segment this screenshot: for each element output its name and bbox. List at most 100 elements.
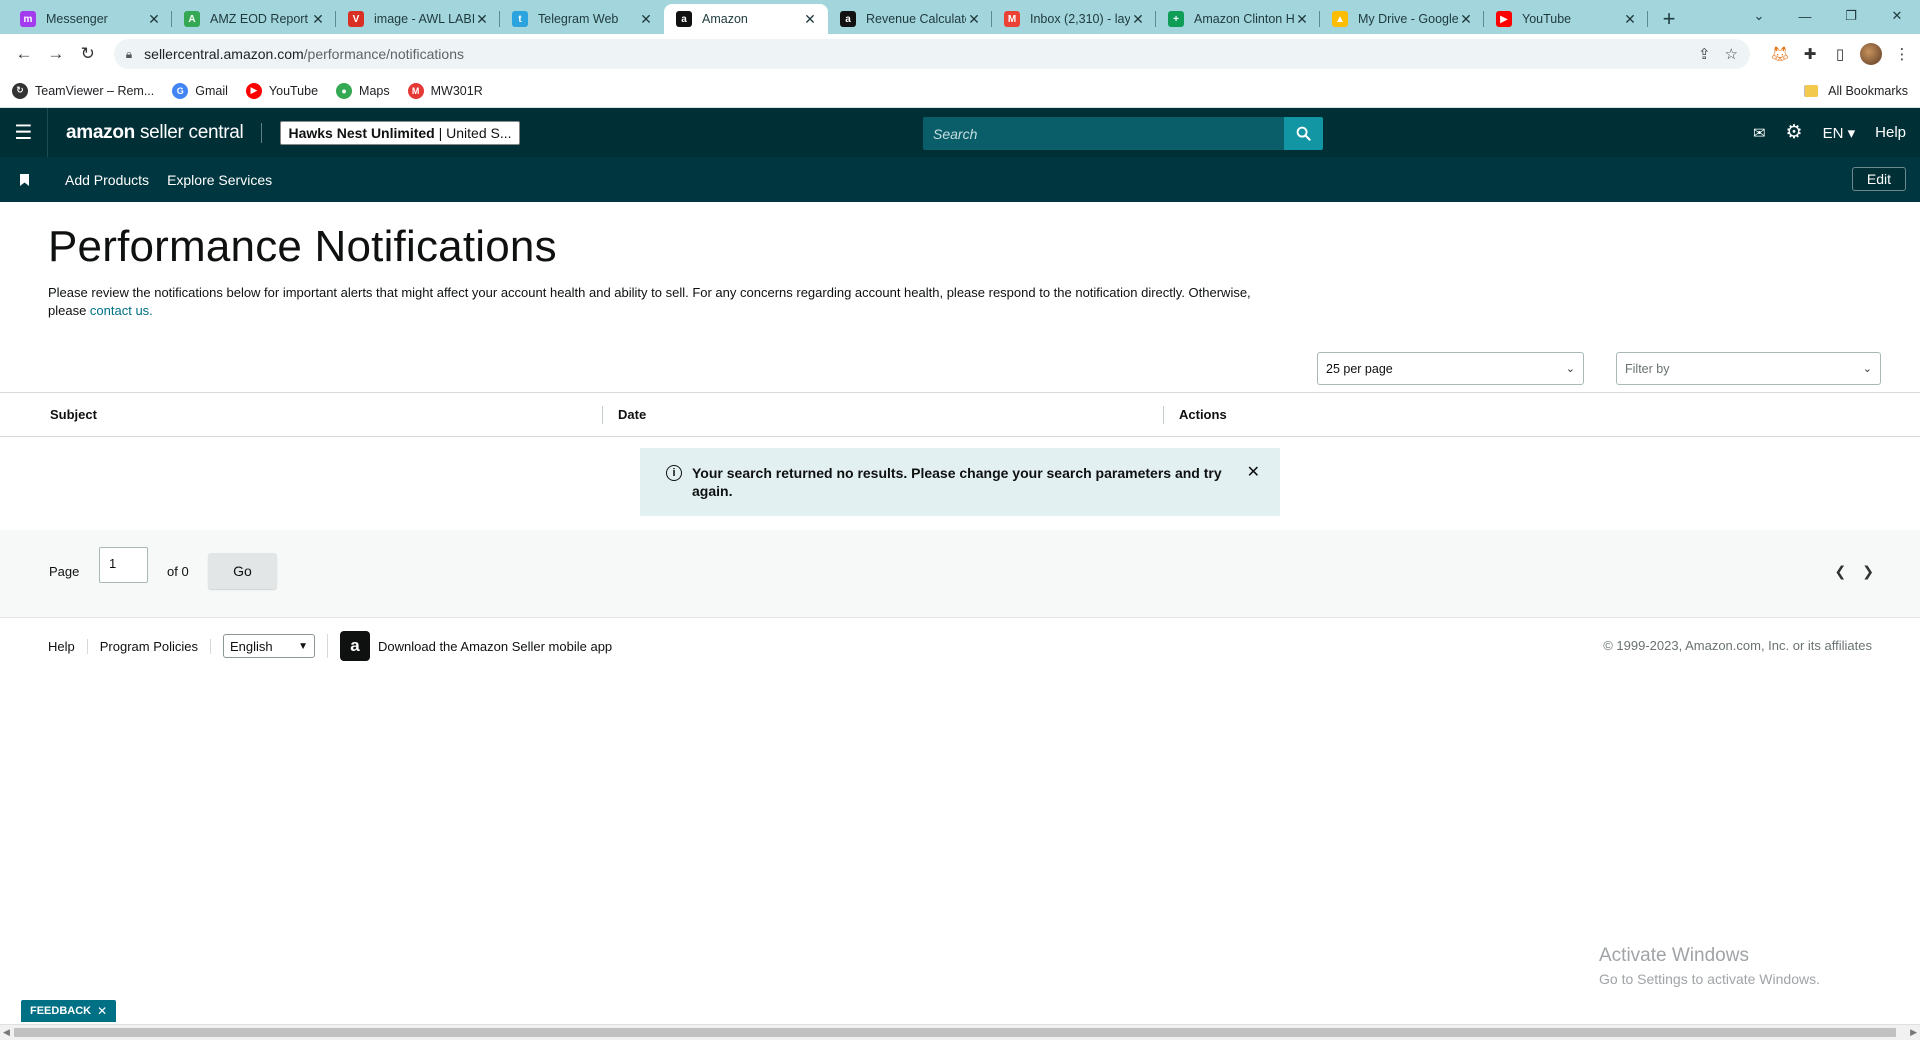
scrollbar-thumb[interactable] xyxy=(14,1028,1896,1037)
footer-divider xyxy=(327,634,329,658)
bookmark-favicon-icon: G xyxy=(172,82,189,99)
hamburger-menu-icon[interactable]: ☰ xyxy=(0,108,48,157)
tab-title: AMZ EOD Report xyxy=(210,12,308,26)
browser-tab[interactable]: ▲ My Drive - Google ✕ xyxy=(1320,4,1484,34)
page-total: of 0 xyxy=(167,564,189,579)
browser-tab[interactable]: m Messenger ✕ xyxy=(8,4,172,34)
search-input[interactable]: Search xyxy=(923,117,1284,150)
per-page-select[interactable]: 25 per page ⌄ xyxy=(1317,352,1584,385)
intro-text: Please review the notifications below fo… xyxy=(48,284,1288,320)
metamask-extension-icon[interactable]: 🦊︎ xyxy=(1770,45,1790,63)
new-tab-button[interactable]: + xyxy=(1654,4,1684,34)
go-button[interactable]: Go xyxy=(208,553,277,589)
windows-activation-watermark: Activate Windows Go to Settings to activ… xyxy=(1599,945,1820,987)
browser-menu-icon[interactable]: ⋮ xyxy=(1892,45,1912,63)
bookmark-item[interactable]: ↻ TeamViewer – Rem... xyxy=(12,82,154,99)
tab-close-icon[interactable]: ✕ xyxy=(146,11,162,28)
site-info-icon[interactable]: 🔒︎ xyxy=(126,47,132,62)
seller-central-logo[interactable]: amazon seller central xyxy=(66,122,244,144)
chevron-right-icon[interactable]: ❯ xyxy=(1862,563,1874,580)
tab-close-icon[interactable]: ✕ xyxy=(1458,11,1474,28)
close-window-button[interactable]: ✕ xyxy=(1874,0,1920,32)
column-date[interactable]: Date xyxy=(618,407,646,422)
profile-avatar[interactable] xyxy=(1859,43,1882,65)
all-bookmarks[interactable]: All Bookmarks xyxy=(1804,84,1908,98)
bookmark-item[interactable]: ● Maps xyxy=(336,82,390,99)
address-bar[interactable]: 🔒︎ sellercentral.amazon.com/performance/… xyxy=(113,39,1750,69)
tab-close-icon[interactable]: ✕ xyxy=(310,11,326,28)
tab-close-icon[interactable]: ✕ xyxy=(1294,11,1310,28)
chevron-left-icon[interactable]: ❮ xyxy=(1835,563,1847,580)
share-icon[interactable]: ⇪ xyxy=(1698,45,1711,63)
column-subject[interactable]: Subject xyxy=(50,407,97,422)
tab-title: YouTube xyxy=(1522,12,1572,26)
minimize-button[interactable]: — xyxy=(1782,0,1828,32)
tab-close-icon[interactable]: ✕ xyxy=(1130,11,1146,28)
close-icon[interactable]: ✕ xyxy=(1247,464,1260,482)
tab-close-icon[interactable]: ✕ xyxy=(474,11,490,28)
browser-tab[interactable]: M Inbox (2,310) - lay ✕ xyxy=(992,4,1156,34)
scroll-left-icon[interactable]: ◀ xyxy=(3,1027,10,1038)
subnav-explore-services[interactable]: Explore Services xyxy=(167,172,272,188)
footer-program-policies-link[interactable]: Program Policies xyxy=(88,638,212,654)
settings-gear-icon[interactable]: ⚙ xyxy=(1786,121,1803,144)
amazon-seller-app-icon[interactable]: a xyxy=(340,631,371,661)
language-selector[interactable]: EN ▾ xyxy=(1823,124,1856,142)
chevron-down-icon: ⌄ xyxy=(1565,363,1575,375)
subnav-add-products[interactable]: Add Products xyxy=(65,172,149,188)
store-selector[interactable]: Hawks Nest Unlimited | United S... xyxy=(280,120,520,145)
bookmark-item[interactable]: M MW301R xyxy=(407,82,483,99)
browser-tab[interactable]: ▶ YouTube ✕ xyxy=(1484,4,1648,34)
store-name: Hawks Nest Unlimited xyxy=(288,124,435,141)
bookmark-item[interactable]: G Gmail xyxy=(172,82,228,99)
restore-button[interactable]: ❐ xyxy=(1828,0,1874,32)
back-button[interactable]: ← xyxy=(8,38,40,70)
tab-close-icon[interactable]: ✕ xyxy=(1622,11,1638,28)
window-controls: ⌄ — ❐ ✕ xyxy=(1736,0,1920,32)
forward-button[interactable]: → xyxy=(40,38,72,70)
search-icon xyxy=(1296,126,1311,141)
tab-close-icon[interactable]: ✕ xyxy=(966,11,982,28)
url-path: /performance/notifications xyxy=(303,46,464,62)
feedback-button[interactable]: FEEDBACK ✕ xyxy=(21,1000,117,1022)
bookmark-star-icon[interactable]: ☆ xyxy=(1725,45,1738,63)
browser-tab[interactable]: A AMZ EOD Report ✕ xyxy=(172,4,336,34)
chevron-down-icon: ▼ xyxy=(298,640,309,652)
bookmark-label: MW301R xyxy=(430,83,483,98)
store-region: | United S... xyxy=(434,124,512,141)
feedback-label: FEEDBACK xyxy=(30,1005,92,1017)
help-link[interactable]: Help xyxy=(1875,124,1906,141)
bookmark-icon[interactable] xyxy=(0,173,48,186)
browser-tab[interactable]: + Amazon Clinton H ✕ xyxy=(1156,4,1320,34)
side-panel-icon[interactable]: ▯ xyxy=(1830,45,1850,63)
horizontal-scrollbar[interactable]: ◀ ▶ xyxy=(0,1024,1920,1040)
page-number-input[interactable]: 1 xyxy=(99,547,148,583)
search-placeholder: Search xyxy=(933,125,978,142)
search-button[interactable] xyxy=(1284,117,1323,150)
reload-button[interactable]: ↻ xyxy=(72,38,104,70)
browser-tab[interactable]: t Telegram Web ✕ xyxy=(500,4,664,34)
footer-language-select[interactable]: English ▼ xyxy=(223,634,316,658)
seller-central-subnav: Add Products Explore Services Edit xyxy=(0,157,1920,202)
tab-title: Amazon Clinton H xyxy=(1194,12,1294,26)
footer-help-link[interactable]: Help xyxy=(0,638,88,654)
url-host: sellercentral.amazon.com xyxy=(144,46,304,62)
filter-select[interactable]: Filter by ⌄ xyxy=(1616,352,1881,385)
contact-us-link[interactable]: contact us. xyxy=(90,303,153,318)
tab-close-icon[interactable]: ✕ xyxy=(638,11,654,28)
extensions-puzzle-icon[interactable]: ✚ xyxy=(1800,45,1820,63)
browser-tab[interactable]: Vimage - AWL LABI ✕ xyxy=(336,4,500,34)
browser-tab[interactable]: a Amazon ✕ xyxy=(664,4,828,34)
download-app-link[interactable]: Download the Amazon Seller mobile app xyxy=(378,639,612,654)
browser-tab[interactable]: a Revenue Calculato ✕ xyxy=(828,4,992,34)
no-results-alert: i Your search returned no results. Pleas… xyxy=(640,448,1280,516)
edit-nav-button[interactable]: Edit xyxy=(1851,167,1906,191)
tab-search-icon[interactable]: ⌄ xyxy=(1736,0,1782,32)
column-divider xyxy=(1163,406,1164,424)
scroll-right-icon[interactable]: ▶ xyxy=(1910,1027,1917,1038)
tab-close-icon[interactable]: ✕ xyxy=(802,11,818,28)
mail-icon[interactable]: ✉ xyxy=(1753,124,1766,142)
tab-favicon-icon: + xyxy=(1168,11,1184,27)
bookmark-item[interactable]: ▶ YouTube xyxy=(245,82,318,99)
close-icon[interactable]: ✕ xyxy=(97,1004,107,1018)
